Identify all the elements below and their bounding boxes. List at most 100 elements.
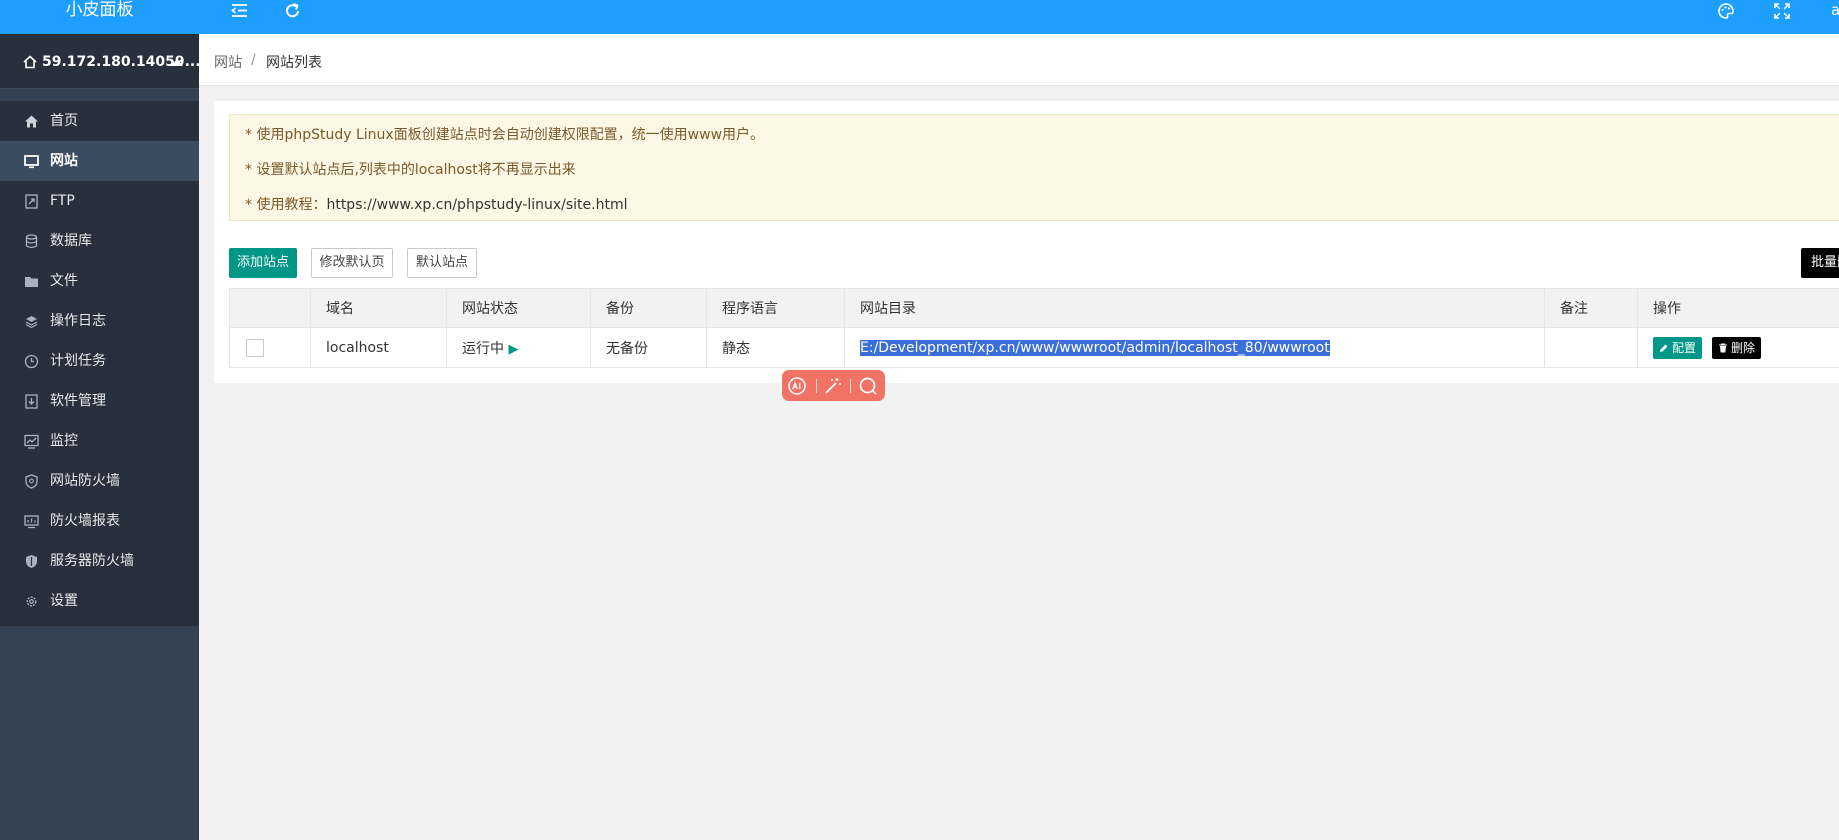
sidebar-item-operation-log[interactable]: 操作日志 xyxy=(0,301,199,341)
theme-palette-icon[interactable] xyxy=(1714,0,1738,22)
tutorial-link[interactable]: https://www.xp.cn/phpstudy-linux/site.ht… xyxy=(326,197,627,213)
language-cell: 静态 xyxy=(706,327,845,368)
tip-text: * 设置默认站点后,列表中的localhost将不再显示出来 xyxy=(245,162,576,178)
sidebar-item-home[interactable]: 首页 xyxy=(0,101,199,141)
edit-default-page-button[interactable]: 修改默认页 xyxy=(311,248,393,278)
breadcrumb-separator: / xyxy=(251,52,256,68)
default-site-button[interactable]: 默认站点 xyxy=(407,248,477,278)
note-cell[interactable] xyxy=(1544,327,1638,368)
monitor-icon xyxy=(24,155,39,169)
delete-label: 删除 xyxy=(1731,340,1756,355)
breadcrumb-root[interactable]: 网站 xyxy=(214,52,242,72)
sidebar-item-label: 数据库 xyxy=(50,233,92,249)
select-cell xyxy=(229,327,311,368)
report-icon xyxy=(24,515,39,529)
shield-icon xyxy=(25,474,38,489)
user-menu[interactable]: a xyxy=(1831,1,1839,19)
sites-table: 域名 网站状态 备份 程序语言 网站目录 备注 操作 localhost 运行中… xyxy=(229,288,1839,368)
table-header-row: 域名 网站状态 备份 程序语言 网站目录 备注 操作 xyxy=(229,288,1839,328)
collapse-menu-icon[interactable] xyxy=(228,0,252,22)
column-header-select xyxy=(229,288,311,328)
directory-cell[interactable]: E:/Development/xp.cn/www/wwwroot/admin/l… xyxy=(844,327,1545,368)
toolbar-divider xyxy=(816,379,817,393)
sidebar-item-database[interactable]: 数据库 xyxy=(0,221,199,261)
pencil-icon xyxy=(1660,344,1668,352)
table-row: localhost 运行中 ▶ 无备份 静态 E:/Development/xp… xyxy=(229,327,1839,368)
brand-title[interactable]: 小皮面板 xyxy=(0,0,199,34)
tips-box: * 使用phpStudy Linux面板创建站点时会自动创建权限配置，统一使用w… xyxy=(229,114,1839,221)
sidebar-item-software[interactable]: 软件管理 xyxy=(0,381,199,421)
home-icon xyxy=(25,115,38,128)
sidebar-item-label: 软件管理 xyxy=(50,393,106,409)
tip-text: * 使用教程：https://www.xp.cn/phpstudy-linux/… xyxy=(245,194,628,214)
ai-selection-toolbar xyxy=(782,370,885,401)
sidebar-item-firewall-report[interactable]: 防火墙报表 xyxy=(0,501,199,541)
batch-delete-button[interactable]: 批量删 xyxy=(1801,248,1839,278)
actions-cell: 配置 删除 xyxy=(1637,327,1839,368)
config-label: 配置 xyxy=(1672,340,1697,355)
search-icon[interactable] xyxy=(858,376,878,396)
download-icon xyxy=(25,394,38,409)
chart-icon xyxy=(24,434,39,449)
sidebar-item-label: 监控 xyxy=(50,433,78,449)
sidebar-item-label: 网站 xyxy=(50,153,78,169)
sidebar-item-settings[interactable]: 设置 xyxy=(0,581,199,621)
layers-icon xyxy=(25,316,38,329)
ai-assistant-icon[interactable] xyxy=(787,376,807,396)
sidebar-item-label: FTP xyxy=(50,193,75,209)
sidebar-item-label: 文件 xyxy=(50,273,78,289)
sidebar-item-monitor[interactable]: 监控 xyxy=(0,421,199,461)
sidebar-menu: 首页 网站 FTP 数据库 文件 操作日志 计划任务 软件管理 监控 网站防火墙… xyxy=(0,101,199,626)
sidebar-item-label: 网站防火墙 xyxy=(50,473,120,489)
breadcrumb-current: 网站列表 xyxy=(266,55,322,71)
fullscreen-icon[interactable] xyxy=(1770,0,1794,22)
sidebar-item-label: 计划任务 xyxy=(50,353,106,369)
sidebar-item-website[interactable]: 网站 xyxy=(0,141,199,181)
sidebar-item-label: 操作日志 xyxy=(50,313,106,329)
trash-icon xyxy=(1719,342,1728,352)
column-header-status: 网站状态 xyxy=(446,288,591,328)
refresh-icon[interactable] xyxy=(281,0,305,22)
sidebar-item-scheduled-tasks[interactable]: 计划任务 xyxy=(0,341,199,381)
sidebar-item-server-firewall[interactable]: 服务器防火墙 xyxy=(0,541,199,581)
tip-text: * 使用phpStudy Linux面板创建站点时会自动创建权限配置，统一使用w… xyxy=(245,127,765,143)
column-header-backup: 备份 xyxy=(590,288,707,328)
config-button[interactable]: 配置 xyxy=(1653,336,1703,359)
sidebar: 小皮面板 59.172.180.14059... 首页 网站 FTP 数据库 文… xyxy=(0,0,201,840)
home-icon xyxy=(23,55,37,69)
directory-path[interactable]: E:/Development/xp.cn/www/wwwroot/admin/l… xyxy=(860,339,1330,356)
toolbar-divider xyxy=(850,379,851,393)
folder-icon xyxy=(25,277,38,287)
column-header-directory: 网站目录 xyxy=(844,288,1545,328)
add-site-button[interactable]: 添加站点 xyxy=(229,248,297,278)
magic-wand-icon[interactable] xyxy=(823,376,843,396)
column-header-language: 程序语言 xyxy=(706,288,845,328)
row-checkbox[interactable] xyxy=(246,338,264,357)
sidebar-item-label: 设置 xyxy=(50,593,78,609)
domain-cell[interactable]: localhost xyxy=(310,327,447,368)
top-bar: a xyxy=(199,0,1839,34)
shield-check-icon xyxy=(26,555,37,568)
sidebar-item-web-firewall[interactable]: 网站防火墙 xyxy=(0,461,199,501)
server-selector[interactable]: 59.172.180.14059... xyxy=(0,34,201,89)
column-header-actions: 操作 xyxy=(1637,288,1839,328)
status-text: 运行中 xyxy=(462,340,504,357)
sidebar-item-files[interactable]: 文件 xyxy=(0,261,199,301)
column-header-domain: 域名 xyxy=(310,288,447,328)
sidebar-item-label: 首页 xyxy=(50,113,78,129)
caret-up-icon[interactable] xyxy=(171,59,183,66)
tip-label: * 使用教程： xyxy=(245,197,327,213)
breadcrumb: 网站 / 网站列表 xyxy=(199,34,1839,86)
database-icon xyxy=(25,234,38,249)
ftp-icon xyxy=(25,194,38,209)
sidebar-item-ftp[interactable]: FTP xyxy=(0,181,199,221)
backup-cell[interactable]: 无备份 xyxy=(590,327,707,368)
status-cell[interactable]: 运行中 ▶ xyxy=(446,327,591,368)
column-header-note: 备注 xyxy=(1544,288,1638,328)
play-icon[interactable]: ▶ xyxy=(508,342,518,357)
delete-button[interactable]: 删除 xyxy=(1712,336,1762,359)
clock-icon xyxy=(24,354,39,369)
sidebar-item-label: 服务器防火墙 xyxy=(50,553,134,569)
gear-icon xyxy=(26,596,37,607)
sidebar-item-label: 防火墙报表 xyxy=(50,513,120,529)
